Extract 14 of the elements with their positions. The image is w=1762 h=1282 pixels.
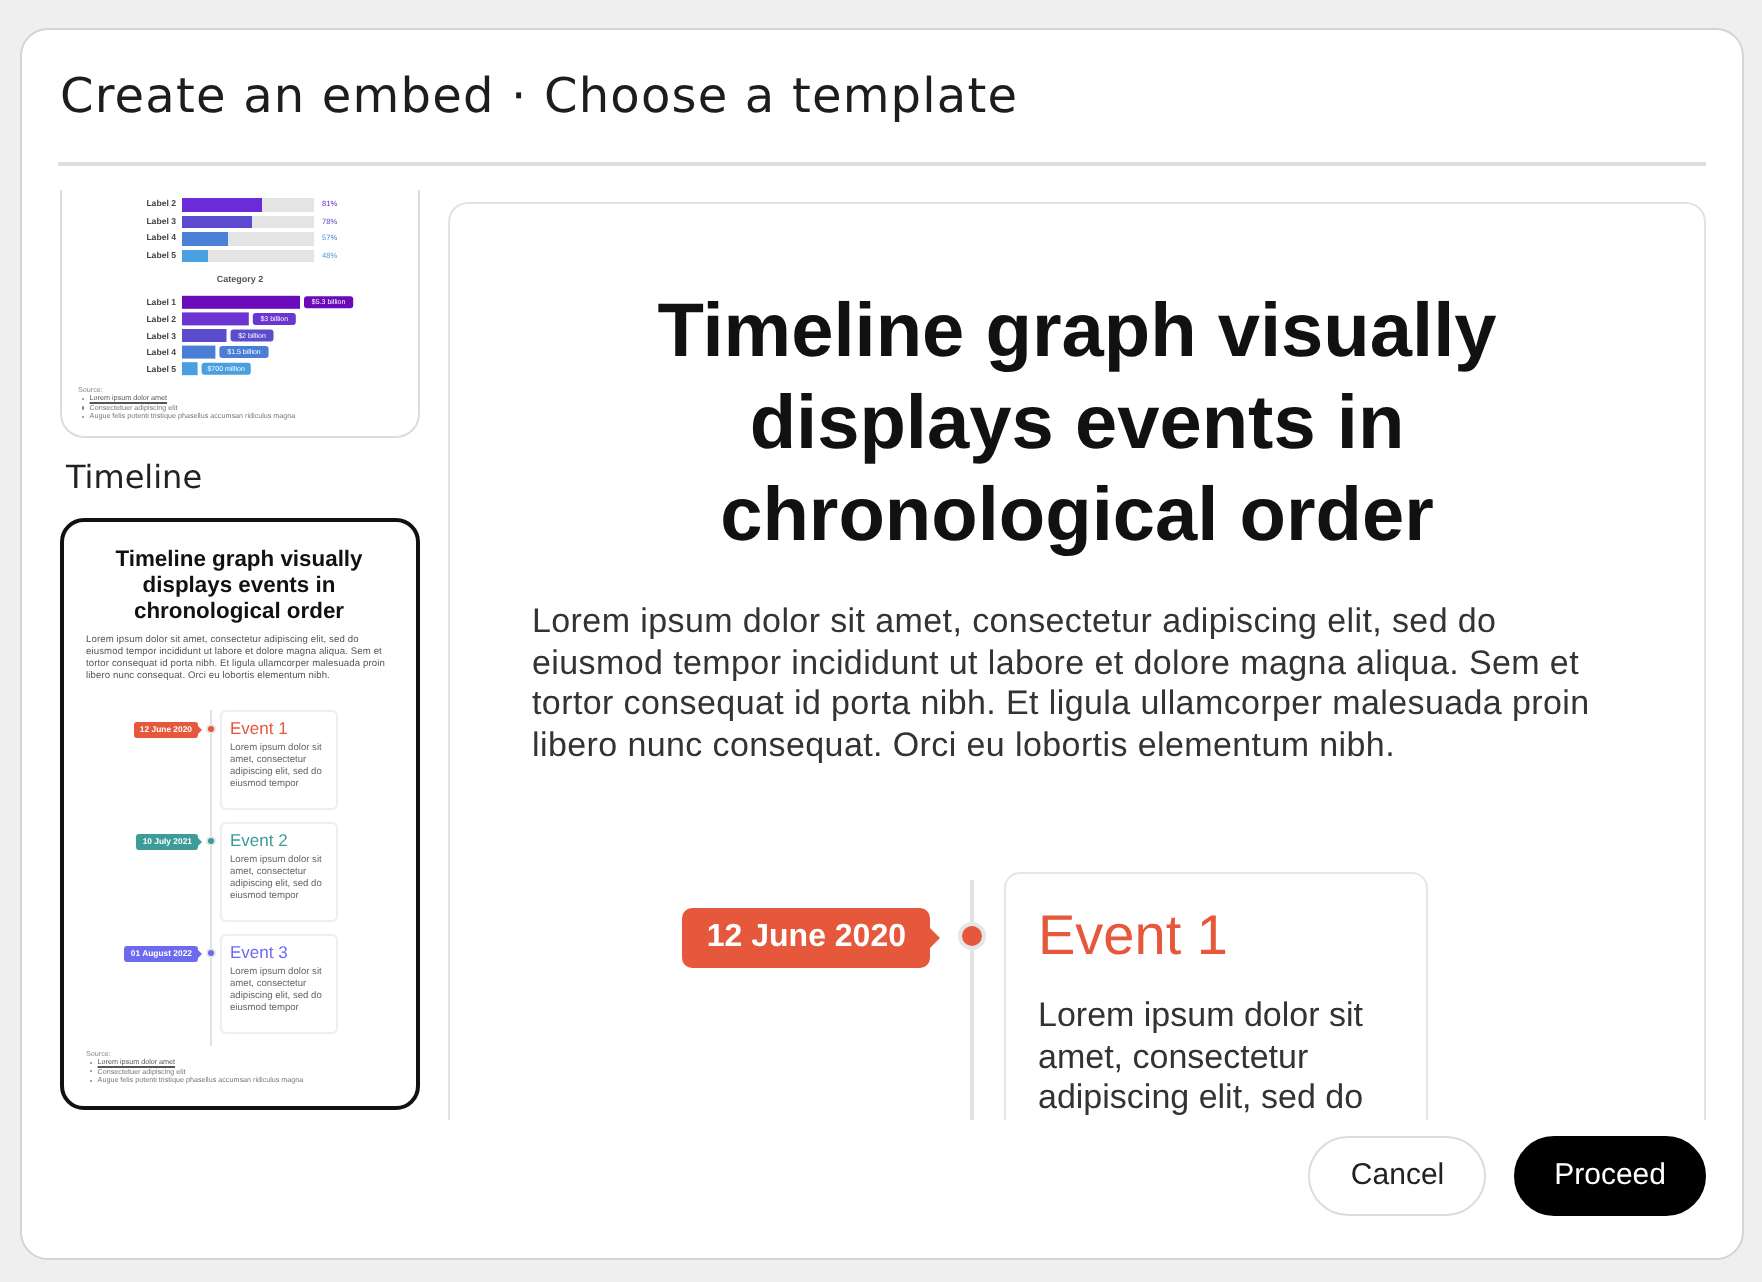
template-card[interactable] bbox=[60, 517, 420, 1110]
event-title: Event 1 bbox=[1038, 902, 1230, 970]
event-title: Event 1 bbox=[230, 717, 290, 738]
event-text: Lorem ipsum dolor sit amet, consectetur adipiscing elit, sed do bbox=[1038, 996, 1366, 1119]
proceed-button[interactable]: Proceed bbox=[1514, 1135, 1706, 1215]
event-title: Event 2 bbox=[230, 829, 290, 850]
template-name: Timeline bbox=[66, 459, 205, 496]
thumbnail-title: Timeline graph visually displays events in chronological order bbox=[113, 548, 365, 627]
preview-text: Lorem ipsum dolor sit amet, consectetur adipiscing elit, sed do eiusmod tempor incididunt ut labore et dolore magna aliqua. Sem et tortor consequat id porta nibh. Et ligula ullamcorper malesuada proin libero nunc consequat. Orci eu lobortis elementum nibh. bbox=[532, 602, 1592, 766]
dialog-title: Create an embed · Choose a template bbox=[60, 68, 1021, 124]
event-title: Event 3 bbox=[230, 941, 290, 962]
preview-title: Timeline graph visually displays events in chronological order bbox=[655, 288, 1499, 562]
bar bbox=[182, 328, 227, 342]
cancel-button[interactable]: Cancel bbox=[1308, 1135, 1487, 1215]
